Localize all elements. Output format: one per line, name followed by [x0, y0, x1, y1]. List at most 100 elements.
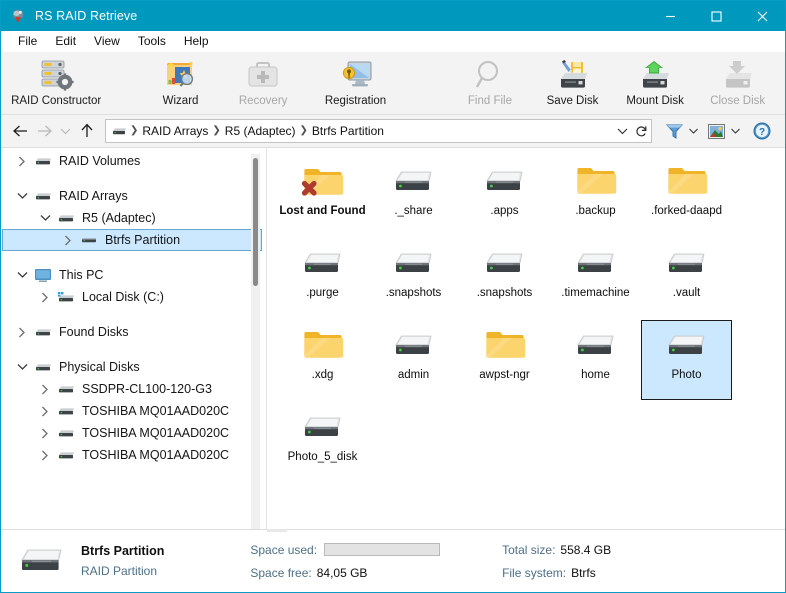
sidebar-item-toshiba-1[interactable]: TOSHIBA MQ01AAD020C — [1, 400, 266, 422]
chevron-down-icon[interactable] — [11, 356, 33, 378]
menu-file[interactable]: File — [9, 33, 46, 50]
drive-icon — [56, 402, 76, 420]
toolbar-registration[interactable]: Registration — [304, 52, 406, 107]
toolbar-find-file[interactable]: Find File — [449, 52, 532, 107]
menu-bar: File Edit View Tools Help — [1, 31, 785, 52]
file-tile-awpst-ngr[interactable]: awpst-ngr — [459, 320, 550, 400]
filter-dropdown-icon[interactable] — [687, 127, 704, 136]
file-tile-forked-daapd[interactable]: .forked-daapd — [641, 156, 732, 236]
up-arrow-icon[interactable] — [75, 119, 99, 143]
toolbar-wizard-label: Wizard — [163, 95, 199, 107]
volume-icon — [393, 244, 435, 284]
sidebar-item-found-disks[interactable]: Found Disks — [1, 321, 266, 343]
file-tile-timemachine[interactable]: .timemachine — [550, 238, 641, 318]
breadcrumb-r5-adaptec[interactable]: R5 (Adaptec) — [222, 124, 299, 138]
menu-tools[interactable]: Tools — [129, 33, 175, 50]
menu-edit[interactable]: Edit — [46, 33, 85, 50]
file-tile-share[interactable]: ._share — [368, 156, 459, 236]
help-icon[interactable]: ? — [750, 119, 774, 143]
maximize-button[interactable] — [693, 1, 739, 31]
toolbar-wizard[interactable]: Wizard — [139, 52, 222, 107]
sidebar-item-r5-adaptec[interactable]: R5 (Adaptec) — [1, 207, 266, 229]
sidebar-item-ssdpr-cl100-120-g3[interactable]: SSDPR-CL100-120-G3 — [1, 378, 266, 400]
toolbar-mount-disk[interactable]: Mount Disk — [614, 52, 697, 107]
file-tile-lost-and-found[interactable]: Lost and Found — [277, 156, 368, 236]
volume-icon — [484, 162, 526, 202]
menu-view[interactable]: View — [85, 33, 129, 50]
history-dropdown-icon[interactable] — [56, 119, 75, 143]
sidebar-item-label: TOSHIBA MQ01AAD020C — [82, 426, 229, 440]
file-tile-apps[interactable]: .apps — [459, 156, 550, 236]
main-content: RAID Volumes RAID Arrays R5 (Adaptec) Bt… — [1, 148, 785, 529]
file-tile-label: .purge — [306, 287, 339, 300]
sidebar-item-local-disk-c[interactable]: Local Disk (C:) — [1, 286, 266, 308]
chevron-down-icon[interactable] — [34, 207, 56, 229]
view-mode-dropdown-icon[interactable] — [729, 127, 746, 136]
forward-arrow-icon[interactable] — [32, 119, 56, 143]
title-bar: RS RAID Retrieve — [1, 1, 785, 31]
pane-splitter[interactable] — [267, 529, 287, 532]
breadcrumb-bar[interactable]: ❯ RAID Arrays ❯ R5 (Adaptec) ❯ Btrfs Par… — [105, 119, 632, 143]
close-button[interactable] — [739, 1, 785, 31]
minimize-button[interactable] — [647, 1, 693, 31]
sidebar-scrollbar-thumb[interactable] — [253, 158, 258, 286]
file-tile-xdg[interactable]: .xdg — [277, 320, 368, 400]
file-tile-label: .snapshots — [386, 287, 442, 300]
chevron-down-icon[interactable] — [11, 185, 33, 207]
drive-icon — [56, 380, 76, 398]
status-bar: Btrfs Partition RAID Partition Space use… — [1, 529, 785, 592]
volume-icon — [575, 326, 617, 366]
file-list-panel[interactable]: Lost and Found ._share — [267, 148, 785, 529]
file-tile-backup[interactable]: .backup — [550, 156, 641, 236]
breadcrumb-raid-arrays[interactable]: RAID Arrays — [139, 124, 211, 138]
sidebar-item-toshiba-3[interactable]: TOSHIBA MQ01AAD020C — [1, 444, 266, 466]
filter-icon[interactable] — [662, 119, 687, 143]
status-partition-info: Btrfs Partition RAID Partition — [81, 544, 164, 578]
app-window: RS RAID Retrieve File Edit View Tools He… — [0, 0, 786, 593]
sidebar-item-this-pc[interactable]: This PC — [1, 264, 266, 286]
chevron-right-icon[interactable] — [34, 400, 56, 422]
toolbar-recovery[interactable]: Recovery — [222, 52, 305, 107]
file-tile-home[interactable]: home — [550, 320, 641, 400]
sidebar-item-label: Btrfs Partition — [105, 233, 180, 247]
svg-text:?: ? — [759, 127, 765, 138]
sidebar-scrollbar[interactable] — [251, 154, 260, 529]
chevron-right-icon[interactable] — [34, 444, 56, 466]
chevron-right-icon[interactable] — [57, 229, 79, 251]
status-file-system-label: File system: — [502, 566, 566, 580]
menu-help[interactable]: Help — [175, 33, 218, 50]
file-tile-vault[interactable]: .vault — [641, 238, 732, 318]
breadcrumb-btrfs-partition[interactable]: Btrfs Partition — [309, 124, 387, 138]
file-tile-photo-5-disk[interactable]: Photo_5_disk — [277, 402, 368, 482]
view-mode-icon[interactable] — [704, 119, 729, 143]
sidebar-item-toshiba-2[interactable]: TOSHIBA MQ01AAD020C — [1, 422, 266, 444]
chevron-right-icon[interactable] — [11, 321, 33, 343]
chevron-right-icon[interactable] — [34, 422, 56, 444]
back-arrow-icon[interactable] — [8, 119, 32, 143]
refresh-icon[interactable] — [631, 119, 652, 143]
chevron-right-icon[interactable] — [34, 378, 56, 400]
recovery-icon — [246, 58, 280, 92]
sidebar-item-raid-arrays[interactable]: RAID Arrays — [1, 185, 266, 207]
file-tile-snapshots-1[interactable]: .snapshots — [368, 238, 459, 318]
sidebar-item-physical-disks[interactable]: Physical Disks — [1, 356, 266, 378]
file-tile-admin[interactable]: admin — [368, 320, 459, 400]
status-space-free-value: 84,05 GB — [317, 566, 368, 580]
breadcrumb-separator: ❯ — [211, 126, 221, 136]
chevron-down-icon[interactable] — [11, 264, 33, 286]
sidebar-item-label: This PC — [59, 268, 103, 282]
sidebar-item-btrfs-partition[interactable]: Btrfs Partition — [2, 229, 262, 251]
toolbar-close-disk[interactable]: Close Disk — [696, 52, 779, 107]
file-tile-snapshots-2[interactable]: .snapshots — [459, 238, 550, 318]
file-tile-photo[interactable]: Photo — [641, 320, 732, 400]
sidebar-item-raid-volumes[interactable]: RAID Volumes — [1, 150, 266, 172]
chevron-right-icon[interactable] — [34, 286, 56, 308]
toolbar-save-disk[interactable]: Save Disk — [531, 52, 614, 107]
toolbar-raid-constructor[interactable]: RAID Constructor — [5, 52, 107, 107]
chevron-right-icon[interactable] — [11, 150, 33, 172]
sidebar-item-label: Local Disk (C:) — [82, 290, 164, 304]
file-tile-purge[interactable]: .purge — [277, 238, 368, 318]
chevron-down-icon[interactable] — [613, 121, 631, 141]
folder-icon — [575, 162, 617, 202]
file-tile-label: ._share — [394, 205, 432, 218]
